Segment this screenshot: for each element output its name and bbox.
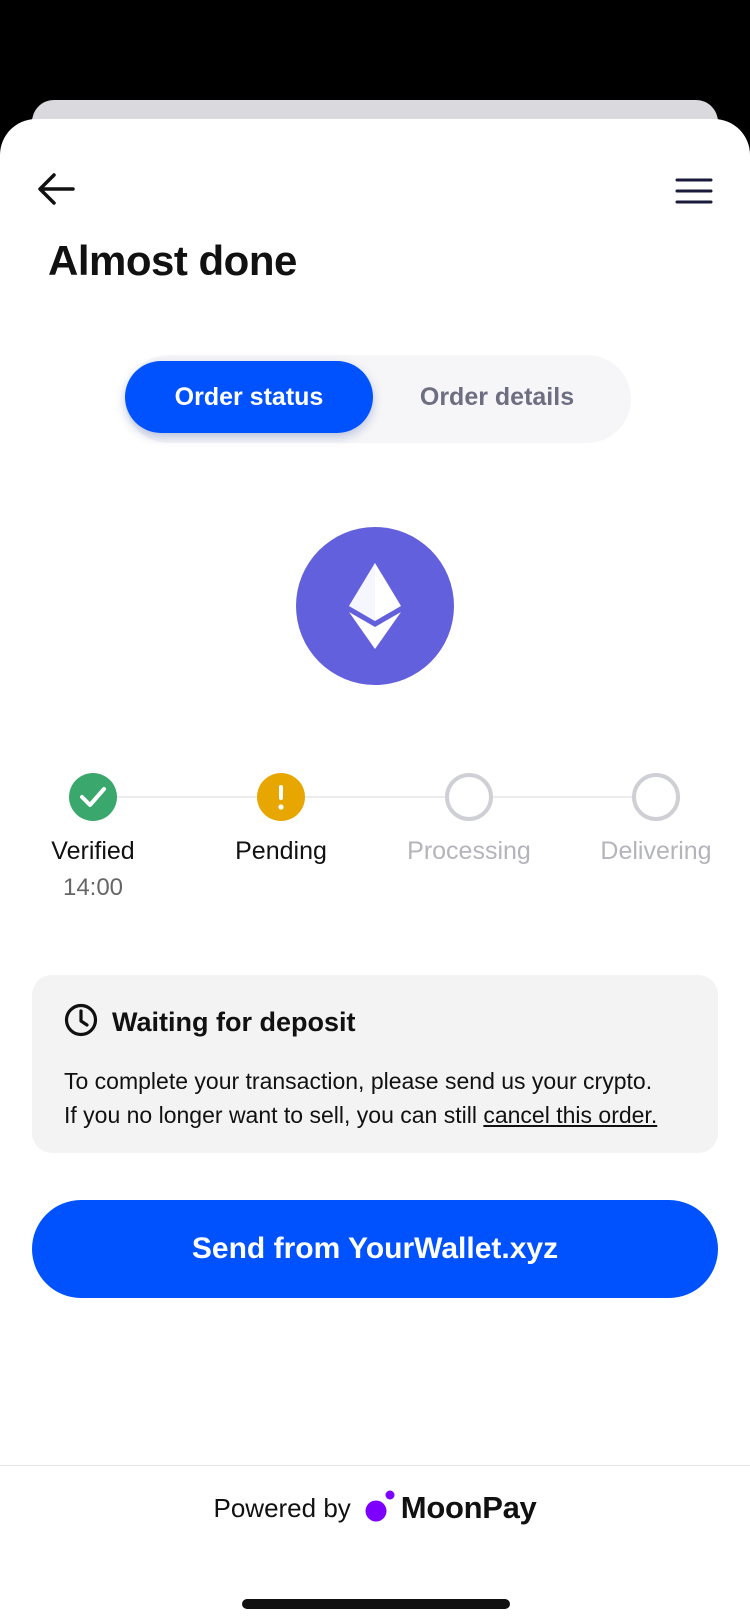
step-label: Delivering xyxy=(600,837,712,865)
order-progress-stepper: Verified 14:00 Pending Processing Delive… xyxy=(0,754,750,901)
step-label: Verified xyxy=(51,837,135,865)
step-processing: Processing xyxy=(389,754,549,866)
device-frame: Almost done Order status Order details V… xyxy=(0,0,750,1624)
step-time: 14:00 xyxy=(62,874,124,901)
tab-switcher: Order status Order details xyxy=(125,355,631,443)
powered-by-label: Powered by xyxy=(213,1492,351,1523)
step-verified: Verified 14:00 xyxy=(13,754,173,902)
footer-divider xyxy=(0,1465,750,1466)
info-title: Waiting for deposit xyxy=(112,1007,356,1037)
step-pending: Pending xyxy=(201,754,361,866)
bottom-sheet: Almost done Order status Order details V… xyxy=(0,119,750,1624)
tab-order-status[interactable]: Order status xyxy=(125,361,373,433)
step-label: Pending xyxy=(235,837,327,865)
clock-icon xyxy=(64,1003,98,1042)
powered-by-footer: Powered by MoonPay xyxy=(0,1483,750,1533)
check-icon xyxy=(69,773,117,821)
empty-circle-icon xyxy=(445,773,493,821)
home-indicator[interactable] xyxy=(242,1599,510,1609)
step-label: Processing xyxy=(407,837,531,865)
menu-button[interactable] xyxy=(670,173,718,213)
info-text: To complete your transaction, please sen… xyxy=(64,1064,686,1132)
hamburger-menu-icon xyxy=(675,177,713,210)
empty-circle-icon xyxy=(632,773,680,821)
deposit-info-card: Waiting for deposit To complete your tra… xyxy=(32,975,718,1153)
ethereum-icon xyxy=(296,527,454,685)
back-button[interactable] xyxy=(34,169,78,213)
step-delivering: Delivering xyxy=(576,754,736,866)
arrow-left-icon xyxy=(37,172,75,211)
moonpay-brand[interactable]: MoonPay xyxy=(365,1489,537,1528)
info-line-1: To complete your transaction, please sen… xyxy=(64,1068,653,1094)
moonpay-logo-icon xyxy=(365,1489,395,1528)
tab-order-details[interactable]: Order details xyxy=(373,361,621,433)
stepper-track xyxy=(92,796,656,798)
send-from-wallet-button[interactable]: Send from YourWallet.xyz xyxy=(32,1200,718,1298)
brand-name: MoonPay xyxy=(400,1490,537,1525)
exclamation-icon xyxy=(257,773,305,821)
page-title: Almost done xyxy=(48,237,297,284)
info-line-2: If you no longer want to sell, you can s… xyxy=(64,1102,484,1128)
cancel-order-link[interactable]: cancel this order. xyxy=(483,1102,657,1128)
